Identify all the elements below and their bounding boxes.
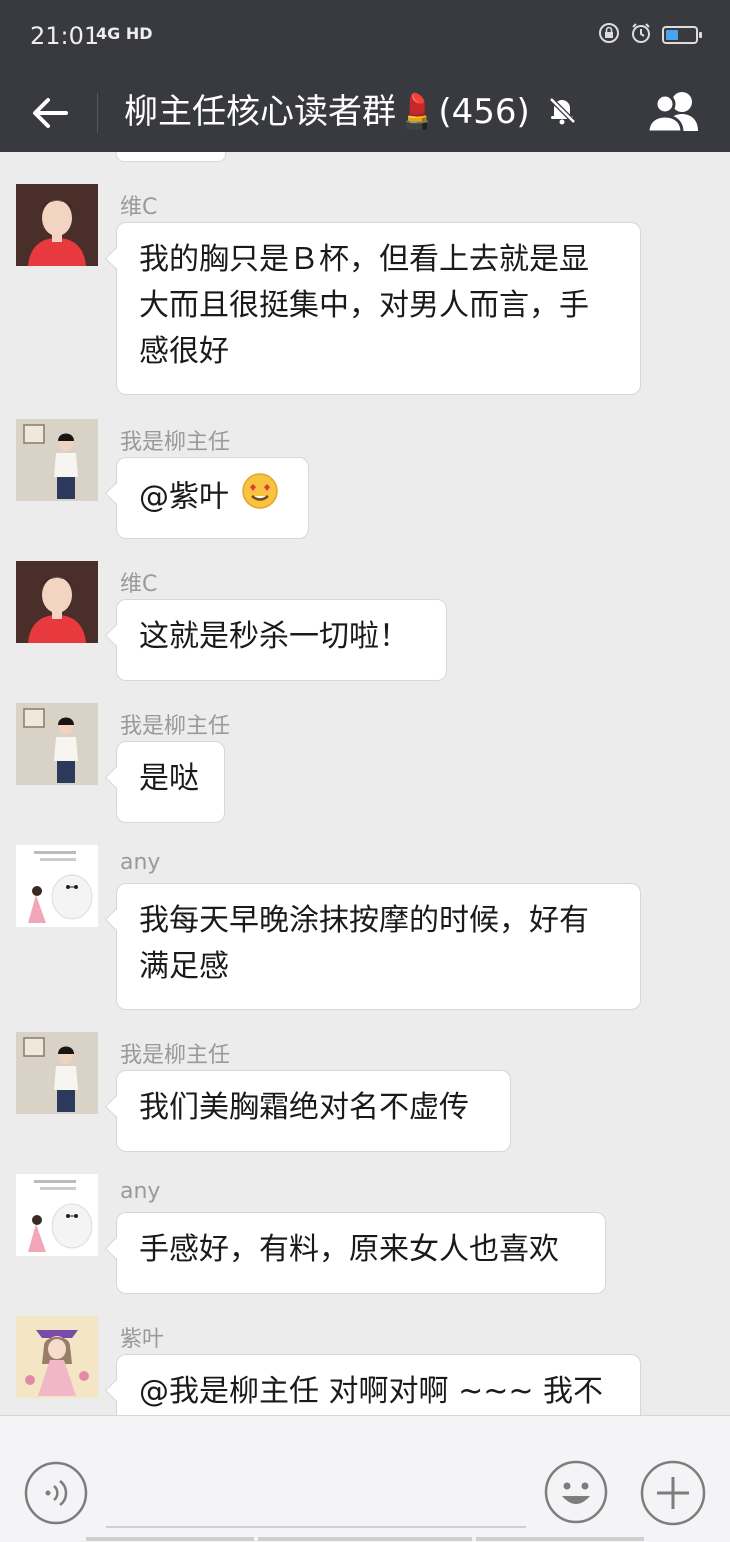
- group-people-icon: [646, 92, 698, 134]
- avatar-weic-icon: [16, 184, 98, 266]
- message: 紫叶 @我是柳主任 对啊对啊 ~~~ 我不想羞大，但是用了自己都感觉手感: [0, 1316, 730, 1415]
- sender-name: 紫叶: [120, 1327, 165, 1352]
- message: 维C 我的胸只是Ｂ杯，但看上去就是显大而且很挺集中，对男人而言，手感很好: [0, 184, 730, 395]
- chat-messages[interactable]: 维C 我的胸只是Ｂ杯，但看上去就是显大而且很挺集中，对男人而言，手感很好 我是柳…: [0, 152, 730, 1415]
- input-bar: [0, 1415, 730, 1542]
- avatar-any-icon: [16, 1174, 98, 1256]
- previous-message-bubble[interactable]: [116, 152, 226, 162]
- avatar-liuzhuren-icon: [16, 1032, 98, 1114]
- message-text: 我每天早晚涂抹按摩的时候，好有满足感: [139, 903, 589, 984]
- avatar[interactable]: [16, 703, 98, 785]
- message: 维C 这就是秒杀一切啦！: [0, 561, 730, 681]
- avatar[interactable]: [16, 1174, 98, 1256]
- alarm-icon: [630, 22, 652, 48]
- sender-name: 维C: [120, 572, 158, 597]
- group-name: 柳主任核心读者群💄(456): [124, 92, 530, 132]
- avatar[interactable]: [16, 1316, 98, 1398]
- nav-gesture-strip: [0, 1537, 730, 1542]
- avatar-liuzhuren-icon: [16, 703, 98, 785]
- lock-rotation-icon: [598, 22, 620, 48]
- battery-icon: [662, 26, 702, 44]
- sender-name: 维C: [120, 195, 158, 220]
- status-icons: [598, 22, 702, 48]
- chat-header: 柳主任核心读者群💄(456): [0, 75, 730, 152]
- back-button[interactable]: [26, 88, 76, 138]
- plus-icon: [640, 1460, 706, 1526]
- mute-bell-icon: [548, 97, 576, 125]
- avatar[interactable]: [16, 561, 98, 643]
- message-bubble[interactable]: 我每天早晚涂抹按摩的时候，好有满足感: [116, 883, 641, 1010]
- network-indicator: 4G HD: [96, 24, 153, 43]
- message-bubble[interactable]: @我是柳主任 对啊对啊 ~~~ 我不想羞大，但是用了自己都感觉手感: [116, 1354, 641, 1415]
- message: 我是柳主任 @紫叶: [0, 419, 730, 539]
- message: 我是柳主任 是哒: [0, 703, 730, 823]
- avatar-liuzhuren-icon: [16, 419, 98, 501]
- avatar-ziye-icon: [16, 1316, 98, 1398]
- avatar[interactable]: [16, 419, 98, 501]
- message: any 手感好，有料，原来女人也喜欢: [0, 1174, 730, 1294]
- voice-icon: [24, 1461, 88, 1525]
- arrow-left-icon: [33, 98, 68, 128]
- sender-name: 我是柳主任: [120, 430, 231, 455]
- more-options-button[interactable]: [640, 1460, 706, 1526]
- header-divider: [97, 93, 98, 133]
- avatar[interactable]: [16, 1032, 98, 1114]
- message-bubble[interactable]: @紫叶: [116, 457, 309, 539]
- message-text: 手感好，有料，原来女人也喜欢: [139, 1232, 559, 1267]
- avatar-any-icon: [16, 845, 98, 927]
- message: any 我每天早晚涂抹按摩的时候，好有满足感: [0, 845, 730, 1010]
- status-bar: 21:01 4G HD: [0, 0, 730, 75]
- sender-name: 我是柳主任: [120, 714, 231, 739]
- avatar[interactable]: [16, 184, 98, 266]
- message-text: 这就是秒杀一切啦！: [139, 619, 409, 654]
- message-text: 是哒: [139, 761, 199, 796]
- message-bubble[interactable]: 我的胸只是Ｂ杯，但看上去就是显大而且很挺集中，对男人而言，手感很好: [116, 222, 641, 395]
- group-members-button[interactable]: [644, 87, 702, 139]
- message: 我是柳主任 我们美胸霜绝对名不虚传: [0, 1032, 730, 1152]
- message-text: @紫叶: [139, 479, 229, 515]
- message-bubble[interactable]: 手感好，有料，原来女人也喜欢: [116, 1212, 606, 1294]
- message-input[interactable]: [106, 1456, 526, 1528]
- avatar-weic-icon: [16, 561, 98, 643]
- message-text: @我是柳主任 对啊对啊 ~~~ 我不想羞大，但是用了自己都感觉手感: [139, 1374, 604, 1409]
- sender-name: any: [120, 1179, 161, 1204]
- message-text: 我们美胸霜绝对名不虚传: [139, 1090, 469, 1125]
- heart-eyes-emoji-icon: [241, 472, 279, 524]
- message-text: 我的胸只是Ｂ杯，但看上去就是显大而且很挺集中，对男人而言，手感很好: [139, 242, 589, 369]
- smiley-icon: [544, 1460, 608, 1524]
- voice-input-button[interactable]: [24, 1461, 88, 1525]
- avatar[interactable]: [16, 845, 98, 927]
- message-bubble[interactable]: 我们美胸霜绝对名不虚传: [116, 1070, 511, 1152]
- chat-title: 柳主任核心读者群💄(456): [124, 89, 579, 135]
- sender-name: any: [120, 850, 161, 875]
- message-bubble[interactable]: 这就是秒杀一切啦！: [116, 599, 447, 681]
- status-time: 21:01: [30, 22, 100, 50]
- emoji-button[interactable]: [544, 1460, 608, 1524]
- sender-name: 我是柳主任: [120, 1043, 231, 1068]
- message-bubble[interactable]: 是哒: [116, 741, 225, 823]
